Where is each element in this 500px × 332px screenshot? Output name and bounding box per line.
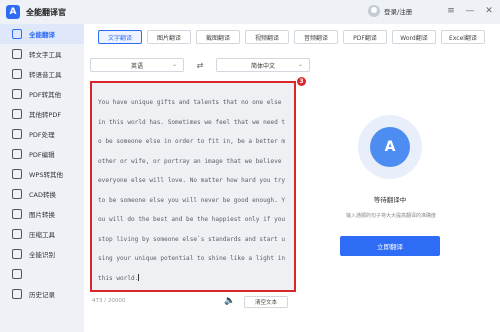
sidebar-item-label: 图片转换 [29, 211, 55, 219]
sidebar-item-pdf-edit[interactable]: PDF编辑 [0, 144, 84, 164]
login-register-link[interactable]: 登录/注册 [384, 6, 412, 16]
sidebar-item-label: 历史记录 [29, 291, 55, 299]
menu-icon[interactable]: ≡ [446, 4, 456, 18]
translate-now-button[interactable]: 立即翻译 [340, 236, 440, 256]
tab-image[interactable]: 图片翻译 [147, 30, 191, 44]
window-controls: ≡ — ✕ [446, 4, 494, 18]
sidebar-item-label: 全能识别 [29, 251, 55, 259]
app-logo: A [6, 5, 20, 19]
clear-text-button[interactable]: 清空文本 [244, 296, 288, 308]
sidebar: 全能翻译 转文字工具 转语音工具 PDF转其他 其他转PDF PDF处理 PDF… [0, 24, 84, 332]
accuracy-hint: 输入通顺的句子将大大提高翻译的准确度 [345, 213, 436, 219]
compress-icon [12, 229, 22, 239]
voice-tool-icon [12, 69, 22, 79]
wps-icon [12, 169, 22, 179]
source-language-select[interactable]: 英语 ⌄ [90, 58, 184, 72]
sidebar-item-pdf-process[interactable]: PDF处理 [0, 124, 84, 144]
sidebar-item-history[interactable]: 历史记录 [0, 284, 84, 304]
sidebar-item-text-tool[interactable]: 转文字工具 [0, 44, 84, 64]
sidebar-item-label: 压缩工具 [29, 231, 55, 239]
chevron-down-icon: ⌄ [171, 61, 177, 68]
sidebar-item-label: 全能翻译 [29, 31, 55, 39]
annotation-marker: 3 [297, 77, 306, 86]
text-tool-icon [12, 49, 22, 59]
sidebar-item-pdf-convert[interactable]: PDF转其他 [0, 84, 84, 104]
main-panel: 文字翻译 图片翻译 截图翻译 视频翻译 音频翻译 PDF翻译 Word翻译 Ex… [84, 24, 500, 332]
pdf-edit-icon [12, 149, 22, 159]
sidebar-item-label: PDF转其他 [29, 91, 62, 99]
source-text: You have unique gifts and talents that n… [98, 99, 286, 282]
waiting-status: 等待翻译中 [373, 196, 407, 204]
sidebar-item-label: CAD转换 [29, 191, 56, 199]
text-caret [138, 273, 140, 281]
tab-screenshot[interactable]: 截图翻译 [196, 30, 240, 44]
tab-pdf[interactable]: PDF翻译 [343, 30, 387, 44]
tab-word[interactable]: Word翻译 [392, 30, 436, 44]
sidebar-item-translate[interactable]: 全能翻译 [0, 24, 84, 44]
cad-icon [12, 189, 22, 199]
pdf-convert-icon [12, 89, 22, 99]
language-row: 英语 ⌄ ⇄ 简体中文 ⌄ [90, 58, 310, 72]
sidebar-item-label: PDF处理 [29, 131, 55, 139]
tab-excel[interactable]: Excel翻译 [441, 30, 485, 44]
app-title: 全能翻译官 [26, 7, 66, 17]
more-icon [12, 269, 22, 279]
source-text-editor[interactable]: You have unique gifts and talents that n… [90, 81, 296, 292]
sidebar-item-label: PDF编辑 [29, 151, 55, 159]
minimize-icon[interactable]: — [465, 4, 475, 18]
swap-languages-icon[interactable]: ⇄ [188, 61, 212, 70]
sidebar-item-to-pdf[interactable]: 其他转PDF [0, 104, 84, 124]
sidebar-item-label: 转文字工具 [29, 51, 62, 59]
avatar-icon [368, 5, 380, 17]
tab-text[interactable]: 文字翻译 [98, 30, 142, 44]
translate-tabs: 文字翻译 图片翻译 截图翻译 视频翻译 音频翻译 PDF翻译 Word翻译 Ex… [98, 30, 485, 44]
sidebar-item-image[interactable]: 图片转换 [0, 204, 84, 224]
target-language-value: 简体中文 [250, 62, 275, 70]
sidebar-item-label: 其他转PDF [29, 111, 62, 119]
recognize-icon [12, 249, 22, 259]
character-count: 473 / 20000 [92, 298, 126, 304]
pdf-process-icon [12, 129, 22, 139]
source-language-value: 英语 [130, 62, 143, 70]
translation-status-graphic: A [358, 115, 422, 179]
sidebar-item-voice-tool[interactable]: 转语音工具 [0, 64, 84, 84]
target-language-select[interactable]: 简体中文 ⌄ [216, 58, 310, 72]
translate-icon [12, 29, 22, 39]
speaker-icon[interactable]: 🔈 [224, 296, 235, 306]
sidebar-item-more[interactable] [0, 264, 84, 284]
sidebar-item-label: 转语音工具 [29, 71, 62, 79]
sidebar-item-cad[interactable]: CAD转换 [0, 184, 84, 204]
image-icon [12, 209, 22, 219]
close-icon[interactable]: ✕ [484, 4, 494, 18]
sidebar-item-wps[interactable]: WPS转其他 [0, 164, 84, 184]
login-area[interactable]: 登录/注册 [368, 5, 412, 17]
sidebar-item-recognize[interactable]: 全能识别 [0, 244, 84, 264]
sidebar-item-label: WPS转其他 [29, 171, 63, 179]
sidebar-item-compress[interactable]: 压缩工具 [0, 224, 84, 244]
tab-audio[interactable]: 音频翻译 [294, 30, 338, 44]
chevron-down-icon: ⌄ [297, 61, 303, 68]
translate-refresh-icon: A [370, 127, 410, 167]
title-bar: A 全能翻译官 登录/注册 ≡ — ✕ [0, 0, 500, 24]
history-icon [12, 289, 22, 299]
to-pdf-icon [12, 109, 22, 119]
tab-video[interactable]: 视频翻译 [245, 30, 289, 44]
